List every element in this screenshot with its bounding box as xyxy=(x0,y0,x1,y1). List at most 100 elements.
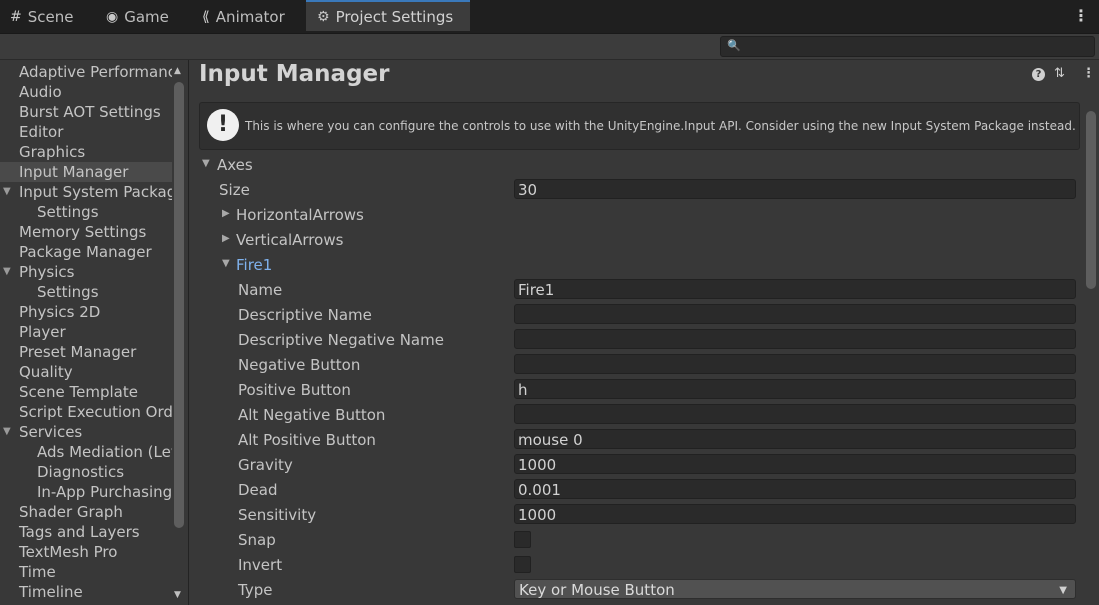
sidebar-item-textmesh-pro[interactable]: TextMesh Pro xyxy=(0,542,172,562)
sidebar-item-label: Physics 2D xyxy=(19,303,101,321)
tab-animator[interactable]: ⟪ Animator xyxy=(202,0,285,33)
tab-game[interactable]: ◉ Game xyxy=(106,0,169,33)
sidebar-item-graphics[interactable]: Graphics xyxy=(0,142,172,162)
positive-button-field[interactable]: h xyxy=(514,379,1076,399)
sidebar-item-quality[interactable]: Quality xyxy=(0,362,172,382)
invert-checkbox[interactable] xyxy=(514,556,531,573)
type-dropdown-value: Key or Mouse Button xyxy=(519,581,675,599)
sidebar-item-services[interactable]: ▼ Services xyxy=(0,422,172,442)
axis-vertical-arrows[interactable]: ▶ VerticalArrows xyxy=(189,228,1084,253)
size-field[interactable]: 30 xyxy=(514,179,1076,199)
collapsed-arrow-icon[interactable]: ▶ xyxy=(222,208,230,219)
sensitivity-field[interactable]: 1000 xyxy=(514,504,1076,524)
sidebar-item-label: Input System Package xyxy=(19,183,172,201)
negative-button-field[interactable] xyxy=(514,354,1076,374)
dead-field[interactable]: 0.001 xyxy=(514,479,1076,499)
axes-label: Axes xyxy=(217,156,253,174)
axis-label: HorizontalArrows xyxy=(236,206,364,224)
gravity-field[interactable]: 1000 xyxy=(514,454,1076,474)
alt-negative-button-row: Alt Negative Button xyxy=(189,403,1084,428)
field-label: Positive Button xyxy=(238,381,351,399)
sidebar-item-shader-graph[interactable]: Shader Graph xyxy=(0,502,172,522)
sidebar-item-scene-template[interactable]: Scene Template xyxy=(0,382,172,402)
alt-negative-button-field[interactable] xyxy=(514,404,1076,424)
expand-arrow-icon[interactable]: ▼ xyxy=(202,158,210,169)
descriptive-negative-name-field[interactable] xyxy=(514,329,1076,349)
tab-project-settings-label: Project Settings xyxy=(335,7,454,26)
sidebar-item-tags-and-layers[interactable]: Tags and Layers xyxy=(0,522,172,542)
more-options-icon[interactable]: ⋮ xyxy=(1073,6,1089,25)
more-options-icon[interactable]: ⋮ xyxy=(1082,66,1095,81)
sidebar-item-diagnostics[interactable]: Diagnostics xyxy=(0,462,172,482)
snap-checkbox[interactable] xyxy=(514,531,531,548)
sidebar-item-time[interactable]: Time xyxy=(0,562,172,582)
axes-foldout[interactable]: ▼ Axes xyxy=(189,153,1084,178)
sidebar-item-label: Physics xyxy=(19,263,75,281)
search-box[interactable]: 🔍 xyxy=(720,36,1095,57)
field-label: Descriptive Negative Name xyxy=(238,331,444,349)
field-label: Negative Button xyxy=(238,356,361,374)
sidebar-item-memory-settings[interactable]: Memory Settings xyxy=(0,222,172,242)
tab-scene[interactable]: # Scene xyxy=(10,0,73,33)
name-row: Name Fire1 xyxy=(189,278,1084,303)
name-field[interactable]: Fire1 xyxy=(514,279,1076,299)
sidebar-scroll-thumb[interactable] xyxy=(174,82,184,528)
sidebar-item-label: Editor xyxy=(19,123,64,141)
preset-sliders-icon[interactable]: ⇅ xyxy=(1054,66,1065,81)
axis-fire1[interactable]: ▼ Fire1 xyxy=(189,253,1084,278)
expand-arrow-icon[interactable]: ▼ xyxy=(3,422,11,442)
sidebar-item-label: Input Manager xyxy=(19,163,129,181)
sidebar-item-label: Memory Settings xyxy=(19,223,147,241)
type-dropdown[interactable]: Key or Mouse Button ▼ xyxy=(514,579,1076,599)
sidebar-item-input-system-settings[interactable]: Settings xyxy=(0,202,172,222)
scroll-up-icon[interactable]: ▲ xyxy=(174,66,181,76)
sidebar-item-physics[interactable]: ▼ Physics xyxy=(0,262,172,282)
tab-project-settings[interactable]: ⚙ Project Settings xyxy=(306,0,470,31)
sidebar-item-burst-aot-settings[interactable]: Burst AOT Settings xyxy=(0,102,172,122)
expand-arrow-icon[interactable]: ▼ xyxy=(3,182,11,202)
sidebar-item-label: Preset Manager xyxy=(19,343,137,361)
expand-arrow-icon[interactable]: ▼ xyxy=(222,258,230,269)
sidebar-item-label: Quality xyxy=(19,363,73,381)
sidebar-item-adaptive-performance[interactable]: Adaptive Performance xyxy=(0,62,172,82)
content-scrollbar[interactable] xyxy=(1084,105,1098,605)
sidebar-item-preset-manager[interactable]: Preset Manager xyxy=(0,342,172,362)
sidebar-scrollbar[interactable]: ▲ ▼ xyxy=(173,60,185,605)
grid-icon: # xyxy=(10,8,22,25)
sidebar-item-audio[interactable]: Audio xyxy=(0,82,172,102)
axis-label: Fire1 xyxy=(236,256,273,274)
sidebar-item-physics-settings[interactable]: Settings xyxy=(0,282,172,302)
gravity-row: Gravity 1000 xyxy=(189,453,1084,478)
invert-row: Invert xyxy=(189,553,1084,578)
sidebar-item-editor[interactable]: Editor xyxy=(0,122,172,142)
axis-horizontal-arrows[interactable]: ▶ HorizontalArrows xyxy=(189,203,1084,228)
sidebar-item-timeline[interactable]: Timeline xyxy=(0,582,172,602)
collapsed-arrow-icon[interactable]: ▶ xyxy=(222,233,230,244)
sidebar-item-label: Package Manager xyxy=(19,243,152,261)
sidebar-item-label: Script Execution Order xyxy=(19,403,172,421)
expand-arrow-icon[interactable]: ▼ xyxy=(3,262,11,282)
alt-positive-button-field[interactable]: mouse 0 xyxy=(514,429,1076,449)
animator-icon: ⟪ xyxy=(202,8,210,25)
sidebar-item-physics-2d[interactable]: Physics 2D xyxy=(0,302,172,322)
descriptive-name-field[interactable] xyxy=(514,304,1076,324)
sidebar-item-label: Tags and Layers xyxy=(19,523,140,541)
type-row: Type Key or Mouse Button ▼ xyxy=(189,578,1084,603)
sidebar-item-input-system-package[interactable]: ▼ Input System Package xyxy=(0,182,172,202)
sidebar-item-ads-mediation[interactable]: Ads Mediation (LevelPlay) xyxy=(0,442,172,462)
sidebar-item-input-manager[interactable]: Input Manager xyxy=(0,162,172,182)
sidebar-item-label: Graphics xyxy=(19,143,86,161)
sidebar-item-in-app-purchasing[interactable]: In-App Purchasing xyxy=(0,482,172,502)
scroll-down-icon[interactable]: ▼ xyxy=(174,590,181,600)
tab-animator-label: Animator xyxy=(215,7,285,26)
sidebar-item-script-execution-order[interactable]: Script Execution Order xyxy=(0,402,172,422)
descriptive-negative-name-row: Descriptive Negative Name xyxy=(189,328,1084,353)
sidebar-item-package-manager[interactable]: Package Manager xyxy=(0,242,172,262)
field-label: Type xyxy=(238,581,273,599)
field-label: Alt Negative Button xyxy=(238,406,386,424)
size-label: Size xyxy=(219,181,250,199)
sidebar-item-player[interactable]: Player xyxy=(0,322,172,342)
search-input[interactable] xyxy=(741,38,1090,55)
help-icon[interactable]: ? xyxy=(1032,68,1045,81)
content-scroll-thumb[interactable] xyxy=(1086,111,1096,289)
